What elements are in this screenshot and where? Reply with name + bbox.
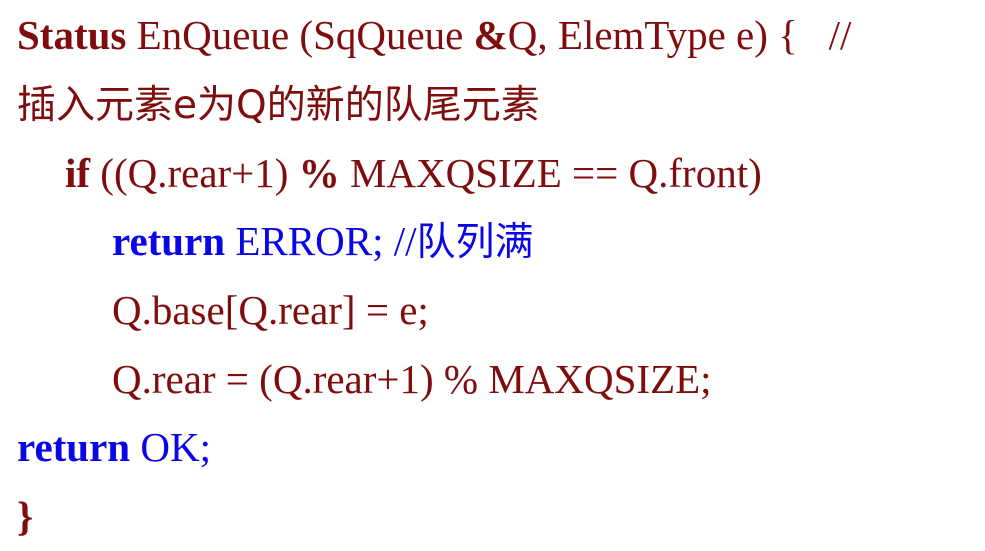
code-line-advance-rear: Q.rear = (Q.rear+1) % MAXQSIZE; bbox=[112, 345, 712, 414]
code-line-function-signature: Status EnQueue (SqQueue &Q, ElemType e) … bbox=[17, 1, 851, 70]
return-error-value: ERROR; // bbox=[225, 218, 417, 264]
assign-base-text: Q.base[Q.rear] = e; bbox=[112, 287, 429, 333]
code-line-closing-brace: } bbox=[17, 482, 33, 551]
reference-ampersand: & bbox=[473, 12, 508, 58]
code-line-assign-base: Q.base[Q.rear] = e; bbox=[112, 276, 429, 345]
code-line-return-ok: return OK; bbox=[17, 413, 211, 482]
keyword-if: if bbox=[65, 150, 91, 196]
keyword-return: return bbox=[17, 424, 131, 470]
code-line-return-error: return ERROR; //队列满 bbox=[112, 207, 534, 276]
closing-brace: } bbox=[17, 493, 34, 539]
condition-text-2: MAXQSIZE == Q.front) bbox=[339, 150, 762, 196]
signature-params-text: Q, ElemType e) { // bbox=[507, 12, 852, 58]
keyword-return: return bbox=[112, 218, 226, 264]
modulo-operator: % bbox=[298, 150, 340, 196]
comment-text: 插入元素e为Q的新的队尾元素 bbox=[17, 83, 540, 128]
signature-text: EnQueue (SqQueue bbox=[126, 12, 474, 58]
code-line-comment: 插入元素e为Q的新的队尾元素 bbox=[17, 70, 540, 139]
keyword-status: Status bbox=[17, 12, 127, 58]
queue-full-comment: 队列满 bbox=[416, 220, 534, 265]
advance-rear-text: Q.rear = (Q.rear+1) % MAXQSIZE; bbox=[112, 356, 712, 402]
code-block: Status EnQueue (SqQueue &Q, ElemType e) … bbox=[0, 0, 985, 548]
condition-text-1: ((Q.rear+1) bbox=[90, 150, 299, 196]
return-ok-value: OK; bbox=[130, 424, 211, 470]
code-line-if-condition: if ((Q.rear+1) % MAXQSIZE == Q.front) bbox=[65, 139, 762, 208]
